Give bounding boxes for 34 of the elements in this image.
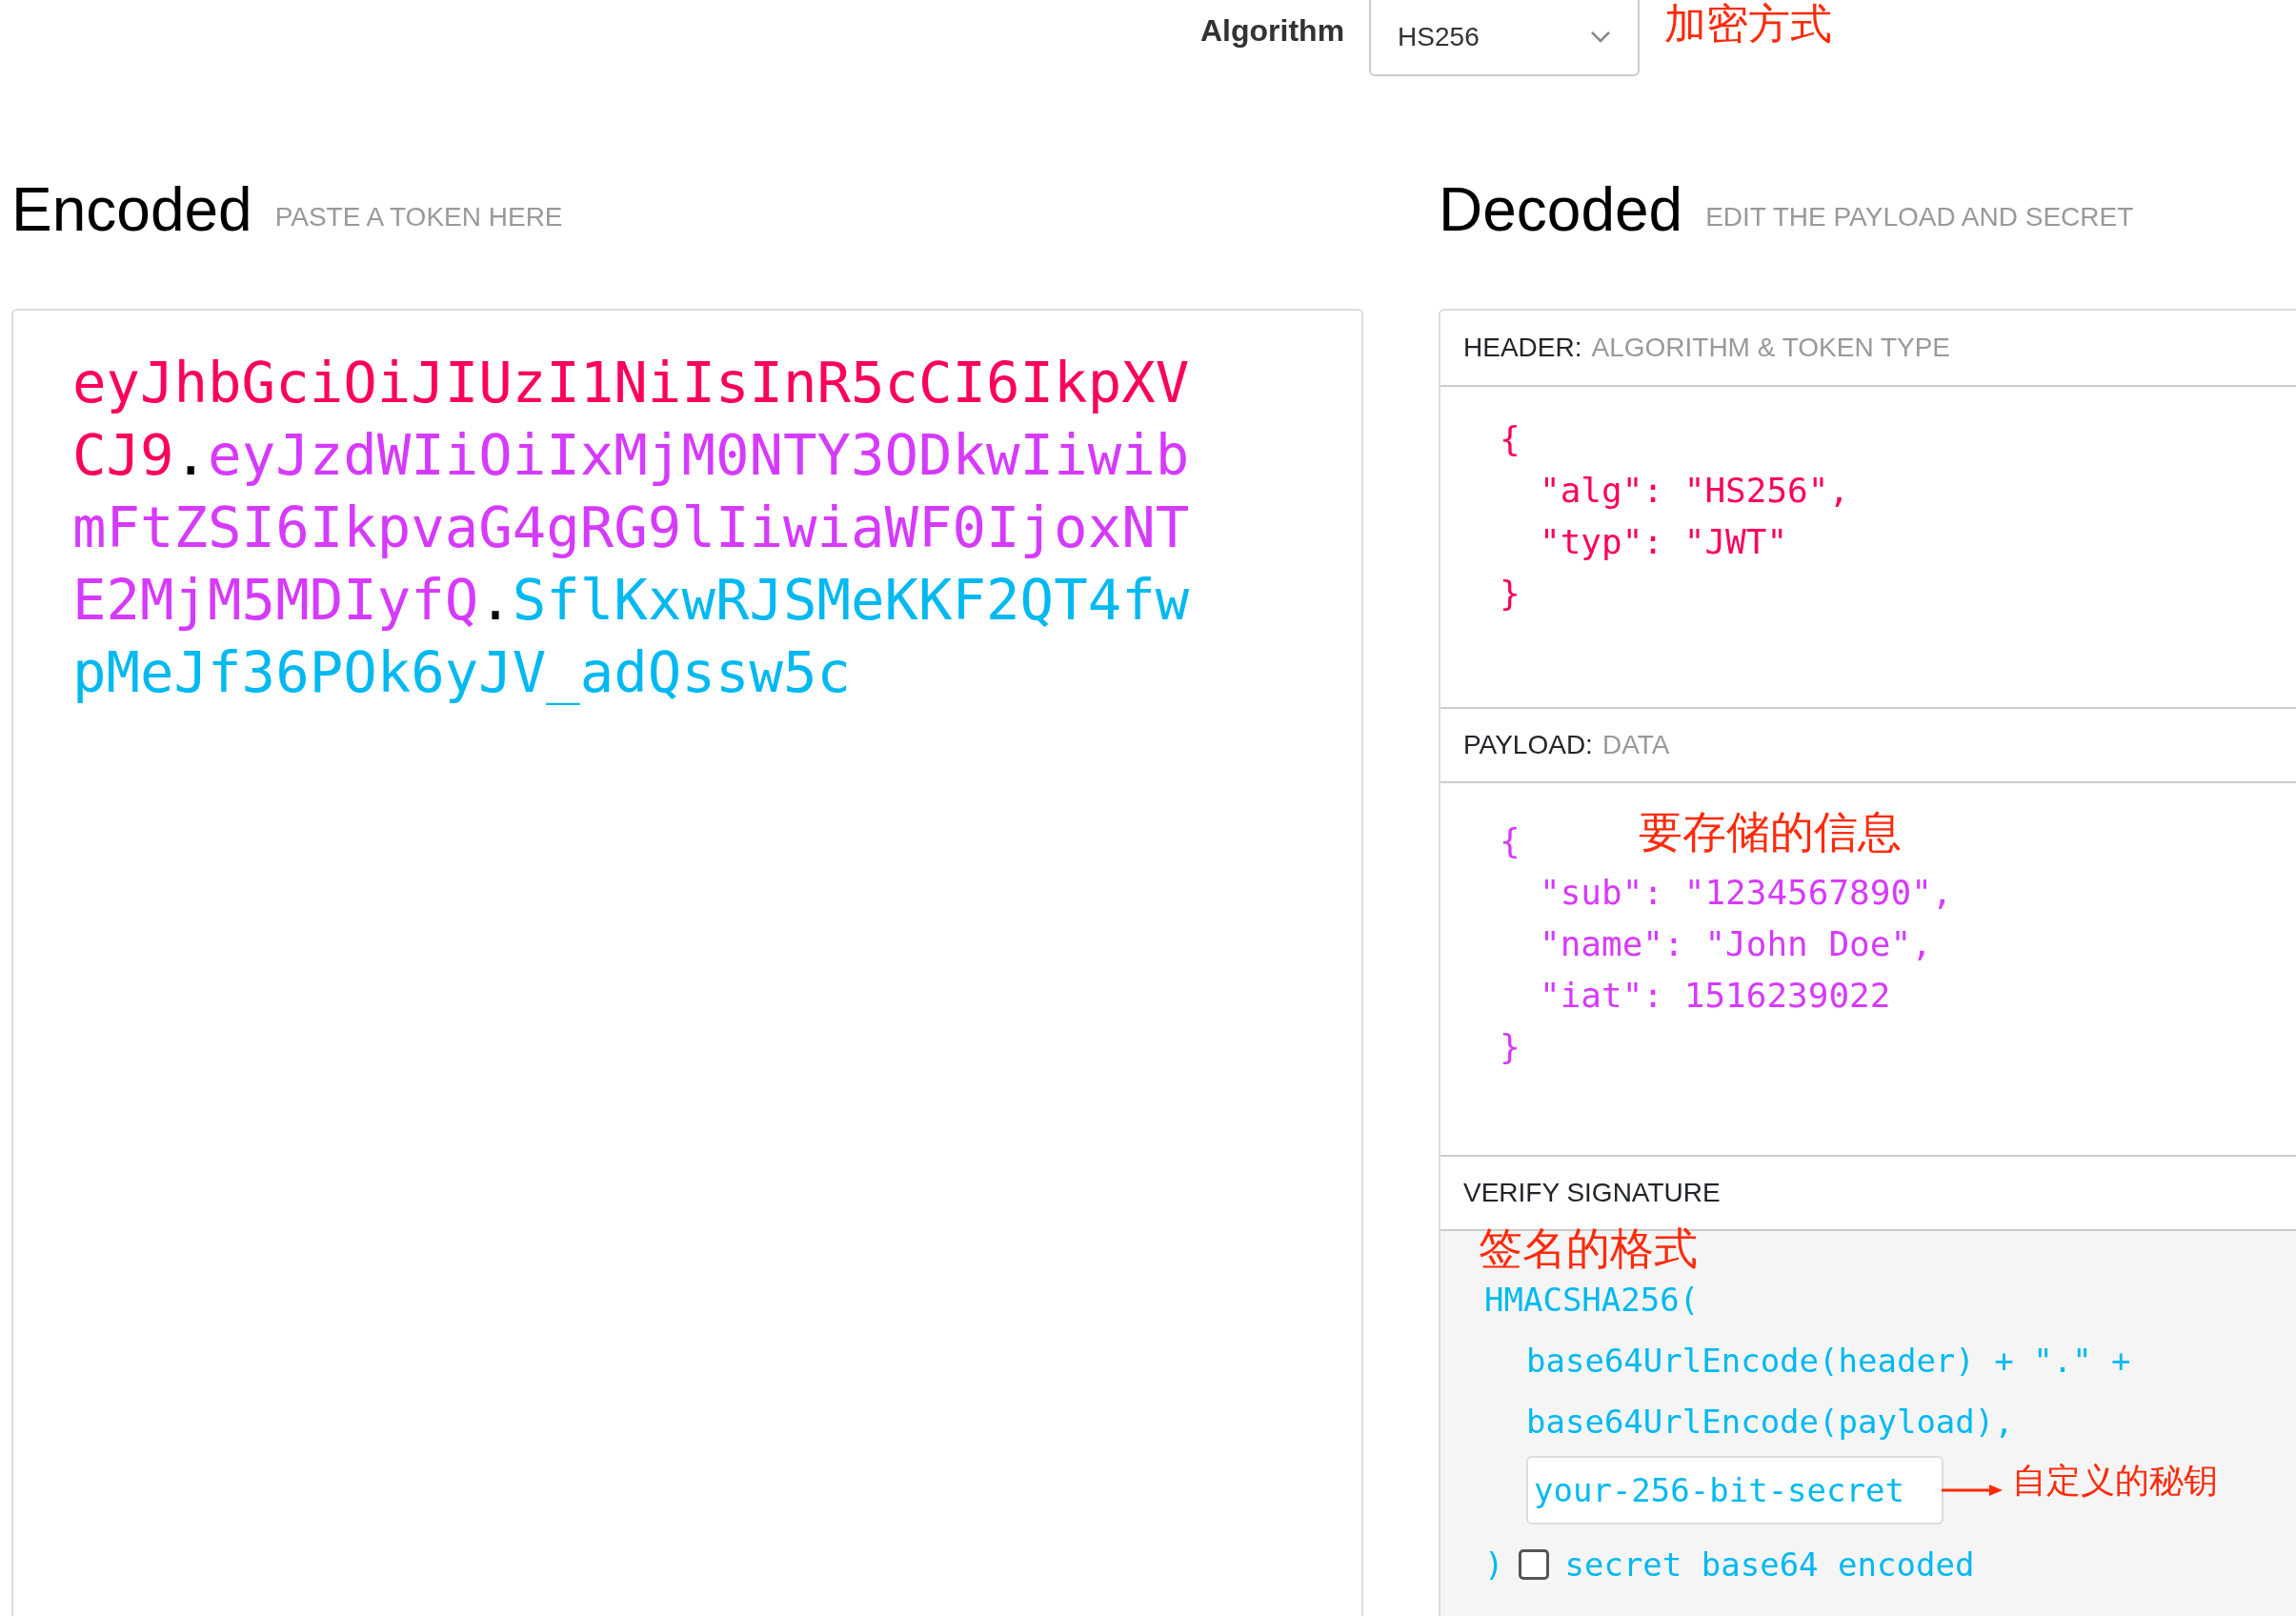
code-line: } [1500,1026,1521,1068]
section-label: VERIFY SIGNATURE [1463,1177,1721,1209]
code-line: HMACSHA256( [1484,1280,1701,1321]
code-line: base64UrlEncode(payload), [1525,1402,2015,1443]
section-label: HEADER: [1463,332,1582,364]
annotation-note: 签名的格式 [1479,1222,1698,1276]
code-line: } [1500,573,1521,615]
code-line: "typ": "JWT" [1539,521,1789,563]
checkbox[interactable] [1519,1549,1550,1580]
section-sublabel: ALGORITHM & TOKEN TYPE [1591,332,1950,364]
code-line: "iat": 1516239022 [1539,975,1892,1017]
checkbox-label: secret base64 encoded [1564,1544,1975,1586]
code-line: "alg": "HS256", [1539,470,1851,512]
section-title: Encoded [11,174,252,246]
section-subtitle: PASTE A TOKEN HERE [274,201,563,233]
code-line: "sub": "1234567890", [1539,872,1954,914]
code-line: { [1500,820,1521,862]
code-line: "name": "John Doe", [1539,923,1933,965]
encoded-panel[interactable]: eyJhbGciOiJIUzI1NiIsInR5cCI6IkpXVCJ9.eyJzdWIiOiIxMjM0NTY3ODkwIiwibmFtZSI6IkpvaG4gRG9lIiwiaWF0IjoxNTE2MjM5MDIyfQ.SflKxwRJSMeKKF2QT4fwpMeJf36POk6yJV_adQssw5c [11,309,1363,1616]
chevron-down-icon [1590,30,1612,44]
algorithm-label: Algorithm [1200,12,1345,50]
section-sublabel: DATA [1601,729,1670,761]
arrow-icon [1942,1484,2004,1497]
section-title: Decoded [1439,174,1683,246]
code-line: ) [1484,1545,1504,1586]
token-text[interactable]: eyJhbGciOiJIUzI1NiIsInR5cCI6IkpXVCJ9.eyJzdWIiOiIxMjM0NTY3ODkwIiwibmFtZSI6IkpvaG4gRG9lIiwiaWF0IjoxNTE2MjM5MDIyfQ.SflKxwRJSMeKKF2QT4fwpMeJf36POk6yJV_adQssw5c [72,347,1216,709]
annotation-note: 自定义的秘钥 [2012,1460,2218,1502]
annotation-note: 加密方式 [1664,0,1833,50]
code-line: { [1500,418,1521,460]
section-subtitle: EDIT THE PAYLOAD AND SECRET [1705,201,2134,233]
annotation-note: 要存储的信息 [1639,806,1902,858]
code-line: base64UrlEncode(header) + "." + [1525,1341,2132,1382]
algorithm-select[interactable]: HS256 [1369,0,1641,76]
section-label: PAYLOAD: [1463,729,1593,761]
